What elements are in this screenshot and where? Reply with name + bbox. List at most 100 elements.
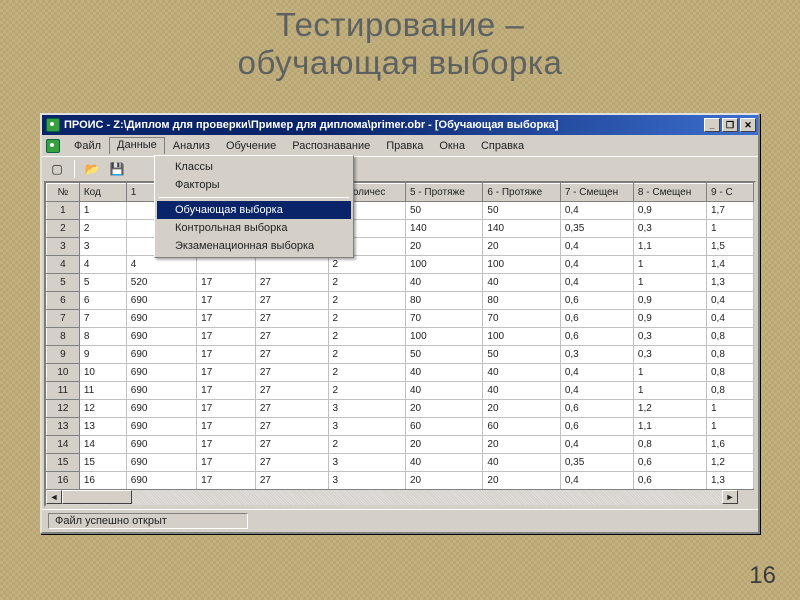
cell[interactable]: 0,6 <box>560 310 633 328</box>
row-header[interactable]: 12 <box>47 400 80 418</box>
column-header[interactable]: Код <box>79 184 126 202</box>
cell[interactable]: 690 <box>126 328 196 346</box>
cell[interactable]: 100 <box>483 328 560 346</box>
table-row[interactable]: 10106901727240400,410,8 <box>47 364 754 382</box>
cell[interactable]: 17 <box>197 472 256 490</box>
cell[interactable]: 690 <box>126 382 196 400</box>
cell[interactable]: 0,8 <box>633 436 706 454</box>
cell[interactable]: 3 <box>328 400 405 418</box>
horizontal-scrollbar[interactable]: ◄ ► <box>46 489 754 505</box>
cell[interactable]: 1,5 <box>707 238 754 256</box>
cell[interactable]: 50 <box>483 346 560 364</box>
cell[interactable]: 27 <box>255 418 328 436</box>
cell[interactable]: 140 <box>405 220 482 238</box>
menu-item-справка[interactable]: Справка <box>473 138 532 154</box>
cell[interactable]: 17 <box>197 310 256 328</box>
cell[interactable]: 0,4 <box>707 292 754 310</box>
menu-option[interactable]: Экзаменационная выборка <box>157 237 351 255</box>
row-header[interactable]: 13 <box>47 418 80 436</box>
cell[interactable]: 0,9 <box>633 310 706 328</box>
cell[interactable]: 0,4 <box>560 436 633 454</box>
cell[interactable]: 4 <box>126 256 196 274</box>
cell[interactable]: 2 <box>328 292 405 310</box>
cell[interactable]: 2 <box>328 346 405 364</box>
row-header[interactable]: 9 <box>47 346 80 364</box>
row-header[interactable]: 10 <box>47 364 80 382</box>
cell[interactable]: 0,6 <box>560 418 633 436</box>
cell[interactable]: 20 <box>483 436 560 454</box>
cell[interactable]: 1,2 <box>707 454 754 472</box>
menu-item-анализ[interactable]: Анализ <box>165 138 218 154</box>
cell[interactable]: 0,4 <box>707 310 754 328</box>
row-header[interactable]: 16 <box>47 472 80 490</box>
cell[interactable]: 20 <box>405 238 482 256</box>
cell[interactable]: 7 <box>79 310 126 328</box>
cell[interactable]: 40 <box>405 382 482 400</box>
cell[interactable]: 27 <box>255 292 328 310</box>
cell[interactable]: 27 <box>255 472 328 490</box>
scroll-thumb[interactable] <box>62 490 132 504</box>
cell[interactable]: 0,8 <box>707 346 754 364</box>
cell[interactable]: 1,7 <box>707 202 754 220</box>
table-row[interactable]: 33220200,41,11,5 <box>47 238 754 256</box>
table-row[interactable]: 15156901727340400,350,61,2 <box>47 454 754 472</box>
column-header[interactable]: 8 - Смещен <box>633 184 706 202</box>
cell[interactable]: 17 <box>197 292 256 310</box>
cell[interactable]: 690 <box>126 418 196 436</box>
cell[interactable]: 100 <box>483 256 560 274</box>
table-row[interactable]: 12126901727320200,61,21 <box>47 400 754 418</box>
cell[interactable]: 0,9 <box>633 292 706 310</box>
cell[interactable]: 17 <box>197 274 256 292</box>
cell[interactable]: 0,6 <box>633 454 706 472</box>
open-folder-icon[interactable]: 📂 <box>81 159 103 179</box>
scroll-right-icon[interactable]: ► <box>722 490 738 504</box>
table-row[interactable]: 2221401400,350,31 <box>47 220 754 238</box>
cell[interactable]: 3 <box>79 238 126 256</box>
row-header[interactable]: 15 <box>47 454 80 472</box>
menu-item-правка[interactable]: Правка <box>378 138 431 154</box>
cell[interactable]: 0,4 <box>560 472 633 490</box>
cell[interactable]: 0,3 <box>633 328 706 346</box>
cell[interactable]: 1 <box>707 400 754 418</box>
cell[interactable]: 2 <box>328 436 405 454</box>
row-header[interactable]: 14 <box>47 436 80 454</box>
cell[interactable]: 0,9 <box>633 202 706 220</box>
cell[interactable]: 80 <box>405 292 482 310</box>
table-row[interactable]: 44421001000,411,4 <box>47 256 754 274</box>
cell[interactable]: 100 <box>405 256 482 274</box>
cell[interactable]: 1,3 <box>707 472 754 490</box>
cell[interactable]: 100 <box>405 328 482 346</box>
cell[interactable]: 1,2 <box>633 400 706 418</box>
cell[interactable]: 9 <box>79 346 126 364</box>
cell[interactable]: 10 <box>79 364 126 382</box>
cell[interactable]: 0,4 <box>560 202 633 220</box>
table-row[interactable]: 11250500,40,91,7 <box>47 202 754 220</box>
cell[interactable]: 40 <box>405 274 482 292</box>
cell[interactable]: 3 <box>328 472 405 490</box>
cell[interactable]: 0,8 <box>707 328 754 346</box>
cell[interactable] <box>197 256 256 274</box>
cell[interactable]: 0,4 <box>560 364 633 382</box>
row-header[interactable]: 3 <box>47 238 80 256</box>
cell[interactable]: 2 <box>328 274 405 292</box>
column-header[interactable]: 5 - Протяже <box>405 184 482 202</box>
menu-option[interactable]: Контрольная выборка <box>157 219 351 237</box>
cell[interactable]: 1,4 <box>707 256 754 274</box>
cell[interactable]: 1 <box>707 220 754 238</box>
cell[interactable]: 15 <box>79 454 126 472</box>
cell[interactable]: 690 <box>126 364 196 382</box>
cell[interactable]: 60 <box>405 418 482 436</box>
cell[interactable]: 0,4 <box>560 238 633 256</box>
maximize-button[interactable]: ❐ <box>722 118 738 132</box>
cell[interactable]: 40 <box>405 454 482 472</box>
cell[interactable]: 690 <box>126 472 196 490</box>
cell[interactable]: 27 <box>255 310 328 328</box>
cell[interactable]: 27 <box>255 436 328 454</box>
cell[interactable]: 20 <box>405 400 482 418</box>
cell[interactable]: 27 <box>255 364 328 382</box>
cell[interactable]: 1,1 <box>633 238 706 256</box>
cell[interactable]: 14 <box>79 436 126 454</box>
cell[interactable]: 50 <box>405 202 482 220</box>
cell[interactable]: 11 <box>79 382 126 400</box>
cell[interactable]: 4 <box>79 256 126 274</box>
